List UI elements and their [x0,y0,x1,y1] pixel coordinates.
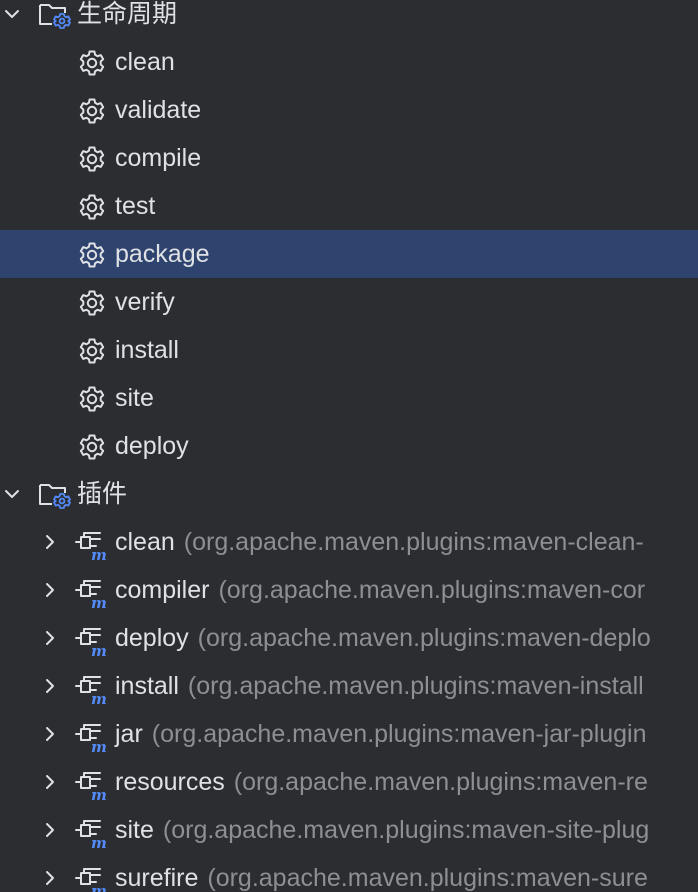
plugin-name: surefire [115,864,199,892]
plugin-coordinates: (org.apache.maven.plugins:maven-sure [207,864,648,892]
plugin-clean[interactable]: clean (org.apache.maven.plugins:maven-cle… [0,518,698,566]
phase-label: deploy [115,432,189,460]
plugin-name: install [115,672,179,700]
maven-plugin-icon [74,624,112,658]
plugin-name: resources [115,768,225,796]
maven-plugin-icon [74,672,112,706]
phase-label: compile [115,144,202,172]
chevron-down-icon[interactable] [2,4,22,24]
phase-label: test [115,192,156,220]
plugin-coordinates: (org.apache.maven.plugins:maven-site-plu… [162,816,650,844]
plugin-label: clean (org.apache.maven.plugins:maven-cle… [115,527,644,557]
plugin-label: resources (org.apache.maven.plugins:maven… [115,767,648,797]
phase-label: validate [115,96,202,124]
gear-icon [77,336,107,366]
plugin-name: jar [115,720,143,748]
plugin-label: deploy (org.apache.maven.plugins:maven-de… [115,623,651,653]
plugin-name: compiler [115,576,210,604]
plugin-coordinates: (org.apache.maven.plugins:maven-clean- [183,528,644,556]
maven-plugin-icon [74,816,112,850]
chevron-right-icon[interactable] [40,532,60,552]
plugin-coordinates: (org.apache.maven.plugins:maven-install [187,672,644,700]
chevron-right-icon[interactable] [40,724,60,744]
plugin-name: deploy [115,624,189,652]
plugin-label: install (org.apache.maven.plugins:maven-i… [115,671,644,701]
chevron-right-icon[interactable] [40,580,60,600]
lifecycle-phase-validate[interactable]: validate [0,86,698,134]
lifecycle-phase-verify[interactable]: verify [0,278,698,326]
phase-label: install [115,336,179,364]
gear-icon [77,96,107,126]
plugin-deploy[interactable]: deploy (org.apache.maven.plugins:maven-de… [0,614,698,662]
lifecycle-phase-test[interactable]: test [0,182,698,230]
gear-icon [77,288,107,318]
plugin-coordinates: (org.apache.maven.plugins:maven-jar-plug… [151,720,647,748]
gear-icon [77,48,107,78]
gear-icon [77,432,107,462]
maven-plugin-icon [74,768,112,802]
plugin-jar[interactable]: jar (org.apache.maven.plugins:maven-jar-p… [0,710,698,758]
lifecycle-phase-package[interactable]: package [0,230,698,278]
chevron-right-icon[interactable] [40,676,60,696]
chevron-right-icon[interactable] [40,868,60,888]
maven-plugin-icon [74,720,112,754]
plugin-name: site [115,816,154,844]
gear-icon [77,144,107,174]
lifecycle-phase-site[interactable]: site [0,374,698,422]
plugin-install[interactable]: install (org.apache.maven.plugins:maven-i… [0,662,698,710]
phase-label: verify [115,288,175,316]
plugin-name: clean [115,528,175,556]
chevron-right-icon[interactable] [40,772,60,792]
plugin-label: compiler (org.apache.maven.plugins:maven-… [115,575,645,605]
lifecycle-phase-deploy[interactable]: deploy [0,422,698,470]
lifecycle-group-label: 生命周期 [77,0,178,28]
phase-label: package [115,240,210,268]
plugin-compiler[interactable]: compiler (org.apache.maven.plugins:maven-… [0,566,698,614]
gear-icon [77,240,107,270]
plugin-label: site (org.apache.maven.plugins:maven-site… [115,815,649,845]
plugin-coordinates: (org.apache.maven.plugins:maven-re [233,768,648,796]
gear-icon [77,192,107,222]
plugins-group-label: 插件 [77,480,128,508]
lifecycle-phase-clean[interactable]: clean [0,38,698,86]
lifecycle-phase-install[interactable]: install [0,326,698,374]
chevron-down-icon[interactable] [2,484,22,504]
maven-plugin-icon [74,576,112,610]
plugin-label: surefire (org.apache.maven.plugins:maven-… [115,863,648,892]
plugin-site[interactable]: site (org.apache.maven.plugins:maven-site… [0,806,698,854]
phase-label: site [115,384,154,412]
lifecycle-phase-compile[interactable]: compile [0,134,698,182]
plugin-label: jar (org.apache.maven.plugins:maven-jar-p… [115,719,647,749]
folder-gear-icon [38,480,72,510]
chevron-right-icon[interactable] [40,820,60,840]
plugin-surefire[interactable]: surefire (org.apache.maven.plugins:maven-… [0,854,698,892]
plugin-coordinates: (org.apache.maven.plugins:maven-cor [218,576,646,604]
phase-label: clean [115,48,175,76]
maven-plugin-icon [74,864,112,892]
maven-plugin-icon [74,528,112,562]
chevron-right-icon[interactable] [40,628,60,648]
gear-icon [77,384,107,414]
tree-node-plugins[interactable]: 插件 [0,470,698,518]
folder-gear-icon [38,0,72,30]
tree-node-lifecycle[interactable]: 生命周期 [0,0,698,38]
plugin-coordinates: (org.apache.maven.plugins:maven-deplo [197,624,651,652]
maven-tree: 生命周期 clean validate compile test package veri… [0,0,698,892]
plugin-resources[interactable]: resources (org.apache.maven.plugins:maven… [0,758,698,806]
